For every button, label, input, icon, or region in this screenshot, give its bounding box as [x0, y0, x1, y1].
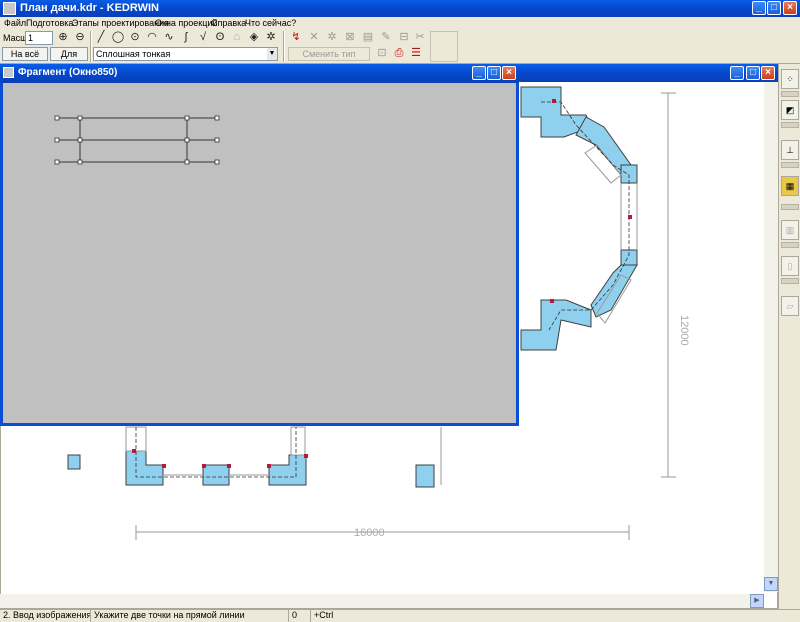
- arc-tool-icon[interactable]: ◠: [144, 30, 160, 46]
- pick-line-icon[interactable]: ↯: [288, 30, 304, 46]
- maximize-button[interactable]: □: [767, 1, 781, 15]
- for-all-button[interactable]: Для всех: [50, 47, 88, 71]
- menu-projection-windows[interactable]: Окна проекций: [155, 18, 217, 28]
- drawing-minimize-button[interactable]: _: [730, 66, 744, 80]
- fit-window-button[interactable]: На всё окно: [2, 47, 48, 71]
- preview-panel: [430, 31, 458, 62]
- window-tool-icon: ▥: [781, 220, 799, 240]
- zoom-in-icon[interactable]: ⊕: [55, 30, 71, 46]
- door-tool-icon: ▯: [781, 256, 799, 276]
- drawing-maximize-button[interactable]: □: [746, 66, 760, 80]
- horizontal-scrollbar[interactable]: ▶: [0, 594, 764, 608]
- wall-tool-icon[interactable]: ◩: [781, 100, 799, 120]
- wall-segments: [520, 86, 638, 351]
- dimension-vertical: 12000: [678, 315, 690, 346]
- toolbar-separator: [283, 31, 285, 62]
- break-tool-icon[interactable]: ✲: [263, 30, 279, 46]
- status-modifier: +Ctrl: [310, 610, 800, 622]
- curve-tool-icon[interactable]: ʃ: [178, 30, 194, 46]
- palette-separator: [781, 204, 799, 210]
- menu-preparation[interactable]: Подготовка: [26, 18, 73, 28]
- stair-tool-icon[interactable]: ▦: [781, 176, 799, 196]
- line-type-value: Сплошная тонкая: [96, 49, 171, 59]
- line-type-select[interactable]: Сплошная тонкая ▼: [93, 47, 278, 61]
- scroll-down-icon[interactable]: ▼: [764, 577, 778, 591]
- tool-palette: ⁘ ◩ ⊥ ▦ ▥ ▯ ▱: [778, 64, 800, 609]
- delete-line-icon: ✕: [309, 31, 319, 43]
- palette-separator: [781, 242, 799, 248]
- menu-help[interactable]: Справка: [211, 18, 246, 28]
- toolbar-separator: [90, 31, 92, 62]
- change-line-type-button: Сменить тип линии: [288, 47, 370, 71]
- palette-separator: [781, 162, 799, 168]
- brush-icon: ✎: [381, 31, 391, 43]
- fragment-minimize-button[interactable]: _: [472, 66, 486, 80]
- fragment-window-title: Фрагмент (Окно850): [18, 67, 118, 78]
- erase-icon: ⊠: [345, 31, 355, 43]
- zoom-out-icon[interactable]: ⊖: [72, 30, 88, 46]
- trim-line-icon: ✲: [327, 31, 337, 43]
- disabled-tool-icon: ⌂: [233, 31, 241, 43]
- lower-walls: [67, 450, 435, 488]
- fragment-window-caption: Фрагмент (Окно850) _ □ ×: [0, 64, 519, 83]
- measure-icon: ⊟: [399, 31, 409, 43]
- list-icon[interactable]: ☰: [408, 46, 424, 62]
- palette-separator: [781, 278, 799, 284]
- column-tool-icon[interactable]: ⊥: [781, 140, 799, 160]
- polyline-tool-icon[interactable]: √: [195, 30, 211, 46]
- palette-separator: [781, 122, 799, 128]
- spline-tool-icon[interactable]: ∿: [161, 30, 177, 46]
- fragment-drawing: [54, 115, 220, 165]
- drawing-window-caption: _ □ ×: [516, 64, 778, 82]
- minimize-button[interactable]: _: [752, 1, 766, 15]
- drawing-close-button[interactable]: ×: [761, 66, 775, 80]
- fragment-window-icon: [3, 67, 14, 78]
- tools-icon: ✂: [415, 31, 425, 43]
- fragment-canvas[interactable]: [3, 83, 516, 423]
- layer-icon: ▤: [362, 31, 374, 43]
- scroll-right-icon[interactable]: ▶: [750, 594, 764, 608]
- status-mode: 2. Ввод изображения: [3, 610, 92, 620]
- status-bar: 2. Ввод изображения Укажите две точки на…: [0, 609, 800, 622]
- circle-center-tool-icon[interactable]: ⊙: [127, 30, 143, 46]
- app-icon: [3, 2, 16, 15]
- line-tool-icon[interactable]: ╱: [93, 30, 109, 46]
- palette-separator: [781, 91, 799, 97]
- props-icon: ⊡: [377, 47, 387, 59]
- circle-tool-icon[interactable]: ◯: [110, 30, 126, 46]
- status-counter: 0: [288, 610, 310, 622]
- menu-file[interactable]: Файл: [4, 18, 26, 28]
- status-hint: Укажите две точки на прямой линии: [90, 610, 288, 622]
- menu-bar: Файл Подготовка Этапы проектирования Окн…: [0, 17, 800, 30]
- fragment-maximize-button[interactable]: □: [487, 66, 501, 80]
- vertical-scrollbar[interactable]: ▼: [764, 82, 778, 592]
- print-icon[interactable]: ⎙: [391, 46, 407, 62]
- fragment-close-button[interactable]: ×: [502, 66, 516, 80]
- menu-whats-now[interactable]: Что сейчас?: [245, 18, 296, 28]
- grid-points-icon[interactable]: ⁘: [781, 69, 799, 89]
- chevron-down-icon[interactable]: ▼: [267, 48, 277, 60]
- roof-tool-icon: ▱: [781, 296, 799, 316]
- dimension-horizontal: 16000: [354, 527, 385, 539]
- app-title: План дачи.kdr - KEDRWIN: [20, 2, 159, 14]
- close-button[interactable]: ×: [783, 1, 797, 15]
- toolbar: Масшт 1 ⊕ ⊖ На всё окно Для всех ╱ ◯ ⊙ ◠…: [0, 30, 800, 71]
- app-title-bar: План дачи.kdr - KEDRWIN _ □ ×: [0, 0, 800, 17]
- contour-tool-icon[interactable]: ʘ: [212, 30, 228, 46]
- scale-input[interactable]: 1: [25, 31, 53, 45]
- snap-point-icon[interactable]: ◈: [246, 30, 262, 46]
